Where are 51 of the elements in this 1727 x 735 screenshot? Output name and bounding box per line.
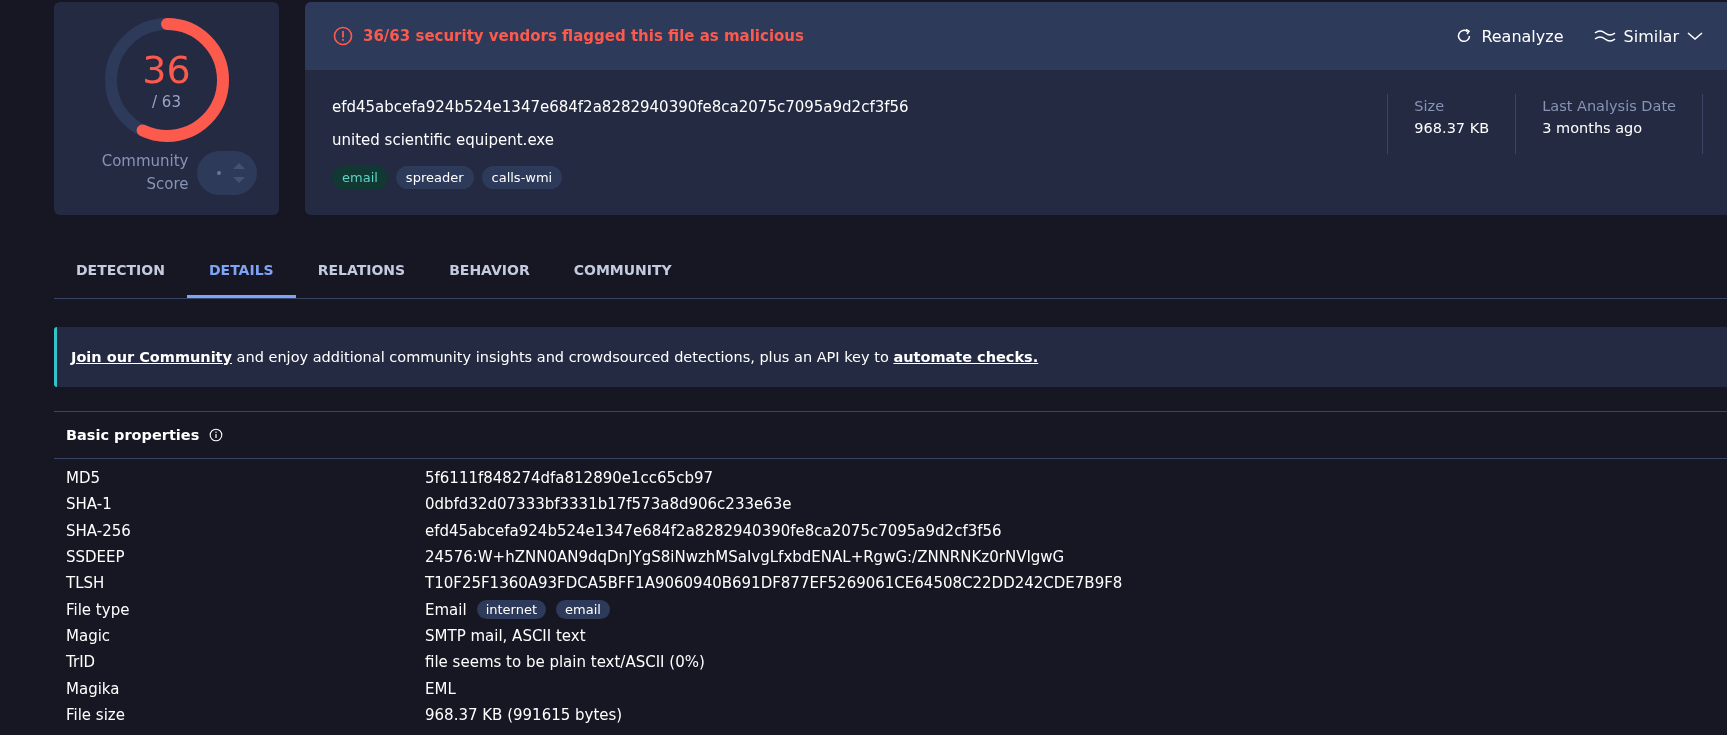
property-label: Magika — [65, 679, 121, 698]
tag[interactable]: email — [556, 600, 610, 620]
tag[interactable]: calls-wmi — [481, 166, 563, 189]
warning-icon — [333, 26, 353, 46]
property-label: SHA-256 — [65, 521, 132, 540]
stat-value: 3 months ago — [1542, 120, 1644, 136]
banner-text: Join our Community and enjoy additional community insights and crowdsourced detections, plus an API key to automate checks. — [71, 349, 1039, 365]
property-label: Magic — [65, 626, 112, 645]
file-name: united scientific equipent.exe — [332, 131, 555, 149]
stat-value: 968.37 KB — [1414, 120, 1490, 136]
tab[interactable]: DETECTION — [54, 248, 187, 298]
property-value: EML — [425, 679, 456, 698]
stat-label: Last Analysis Date — [1542, 98, 1676, 114]
similar-button[interactable]: Similar — [1593, 26, 1703, 46]
property-value: 24576:W+hZNN0AN9dqDnJYgS8iNwzhMSaIvgLfxbdENAL+RgwG:/ZNNRNKz0rNVIgwG — [425, 548, 1065, 567]
automate-checks-link[interactable]: automate checks. — [893, 349, 1039, 365]
property-value: 0dbfd32d07333bf3331b17f573a8d906c233e63e — [425, 495, 792, 514]
property-value: T10F25F1360A93FDCA5BFF1A9060940B691DF877EF5269061CE64508C22DD242CDE7B9F8 — [425, 574, 1123, 593]
engine-total: / 63 — [152, 93, 181, 111]
join-community-link[interactable]: Join our Community — [71, 349, 232, 365]
community-vote-control[interactable] — [196, 151, 257, 195]
section-title: Basic properties — [66, 427, 200, 443]
property-value: Email — [425, 600, 467, 619]
property-value: 5f6111f848274dfa812890e1cc65cb97 — [425, 469, 713, 488]
property-value: SMTP mail, ASCII text — [425, 626, 586, 645]
property-value: 968.37 KB (991615 bytes) — [425, 705, 623, 724]
tab[interactable]: COMMUNITY — [551, 248, 694, 298]
detection-count: 36 — [142, 49, 191, 91]
tag[interactable]: internet — [476, 600, 547, 620]
tab[interactable]: BEHAVIOR — [427, 248, 552, 298]
reanalyze-button[interactable]: Reanalyze — [1455, 26, 1564, 46]
property-label: File type — [65, 600, 131, 619]
tab[interactable]: RELATIONS — [295, 248, 428, 298]
waves-icon — [1593, 29, 1616, 43]
property-label: TrID — [65, 653, 97, 672]
property-label: File size — [65, 705, 126, 724]
property-label: MD5 — [65, 469, 102, 488]
property-label: SHA-1 — [65, 495, 113, 514]
property-label: SSDEEP — [65, 548, 126, 567]
file-hash: efd45abcefa924b524e1347e684f2a8282940390fe8ca2075c7095a9d2cf3f56 — [332, 98, 909, 116]
tab[interactable]: DETAILS — [186, 248, 296, 298]
info-icon — [209, 428, 224, 442]
stat-label: Size — [1414, 98, 1446, 114]
property-value: file seems to be plain text/ASCII (0%) — [425, 653, 705, 672]
chevron-down-icon — [1687, 31, 1703, 41]
tag[interactable]: email — [332, 166, 388, 189]
tag[interactable]: spreader — [395, 166, 474, 189]
property-label: TLSH — [65, 574, 106, 593]
property-value: efd45abcefa924b524e1347e684f2a8282940390fe8ca2075c7095a9d2cf3f56 — [425, 521, 1002, 540]
detection-message-text: 36/63 security vendors flagged this file as malicious — [363, 27, 804, 45]
community-score-label: Community Score — [100, 151, 189, 195]
